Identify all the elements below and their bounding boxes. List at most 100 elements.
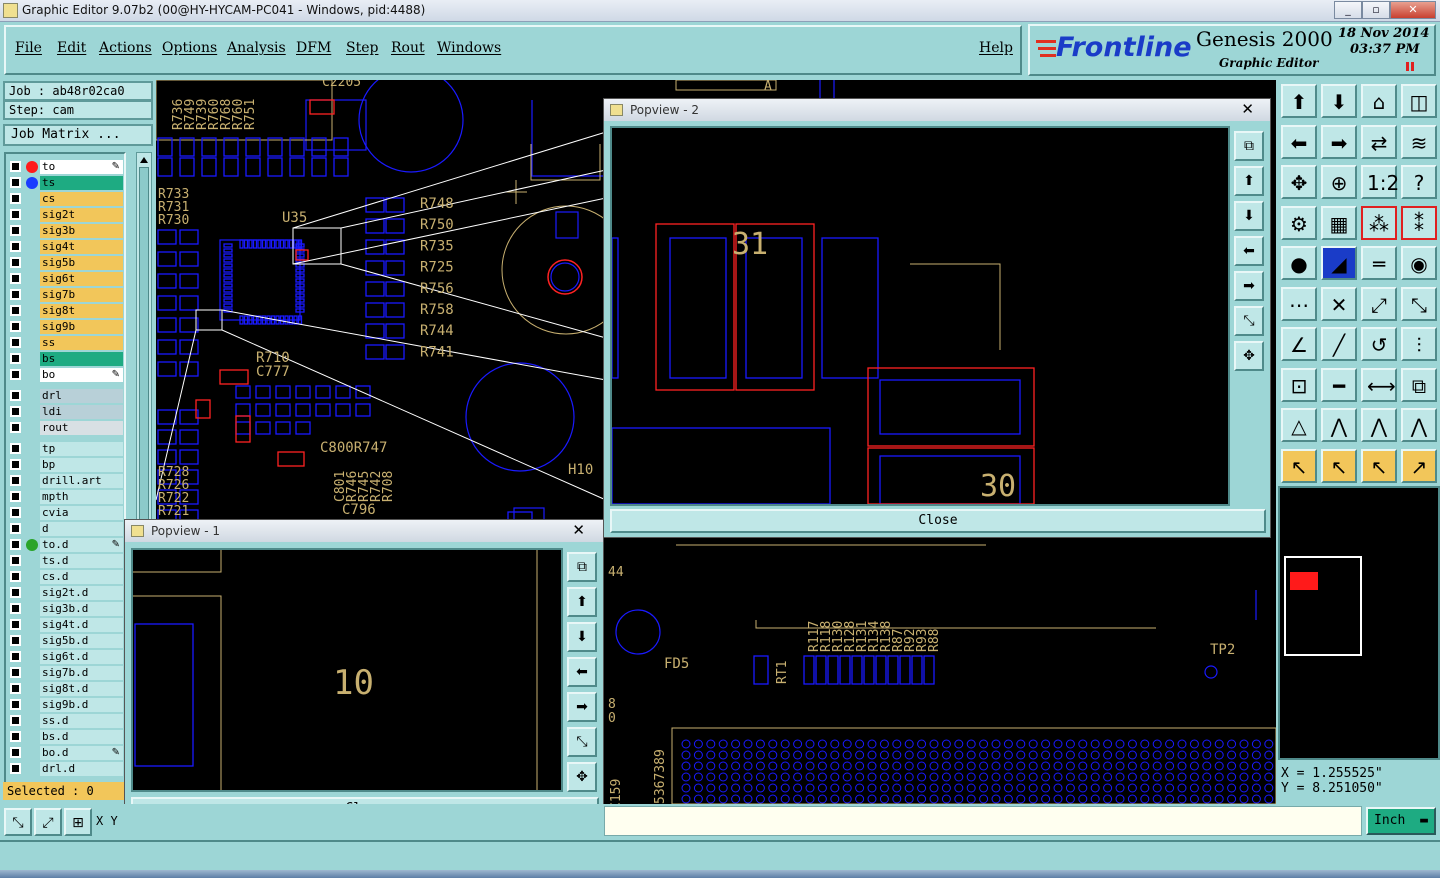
- layer-row-sig2t-d[interactable]: sig2t.d: [8, 586, 123, 600]
- circle-icon[interactable]: ◉: [1401, 246, 1437, 280]
- layer-row-sig5b-d[interactable]: sig5b.d: [8, 634, 123, 648]
- layer-row-drill-art[interactable]: drill.art: [8, 474, 123, 488]
- popview-tool-6-icon[interactable]: ✥: [1234, 341, 1264, 371]
- layer-name[interactable]: sig8t.d: [40, 682, 123, 696]
- layer-row-drl[interactable]: drl: [8, 389, 123, 403]
- scale-icon[interactable]: 1:2: [1361, 165, 1399, 199]
- layer-checkbox[interactable]: [10, 443, 21, 454]
- layer-checkbox[interactable]: [10, 390, 21, 401]
- layer-name[interactable]: sig8t: [40, 304, 123, 318]
- layer-row-ldi[interactable]: ldi: [8, 405, 123, 419]
- maximize-button[interactable]: ▫: [1362, 1, 1390, 19]
- layer-checkbox[interactable]: [10, 321, 21, 332]
- menu-file[interactable]: File: [15, 40, 42, 56]
- tri-d-icon[interactable]: ⋀: [1401, 408, 1437, 442]
- menu-step[interactable]: Step: [346, 40, 378, 56]
- help-icon[interactable]: ?: [1401, 165, 1437, 199]
- select-path-icon[interactable]: ↗: [1401, 448, 1437, 483]
- layer-name[interactable]: cs.d: [40, 570, 123, 584]
- layer-name[interactable]: sig5b.d: [40, 634, 123, 648]
- layer-row-cs-d[interactable]: cs.d: [8, 570, 123, 584]
- layer-row-bp[interactable]: bp: [8, 458, 123, 472]
- layers-b-icon[interactable]: ⁑: [1401, 205, 1437, 240]
- popview-tool-6-icon[interactable]: ✥: [567, 762, 597, 792]
- layer-name[interactable]: sig5b: [40, 256, 123, 270]
- swap-icon[interactable]: ⇄: [1361, 124, 1397, 159]
- layer-row-sig2t[interactable]: sig2t: [8, 208, 123, 222]
- layer-checkbox[interactable]: [10, 459, 21, 470]
- settings-icon[interactable]: ⚙: [1281, 205, 1317, 240]
- center-icon[interactable]: ⊕: [1321, 165, 1357, 199]
- tri-c-icon[interactable]: ⋀: [1361, 408, 1397, 442]
- layer-checkbox[interactable]: [10, 257, 21, 268]
- layer-row-rout[interactable]: rout: [8, 421, 123, 435]
- layer-row-sig5b[interactable]: sig5b: [8, 256, 123, 270]
- layer-row-ts-d[interactable]: ts.d: [8, 554, 123, 568]
- layer-name[interactable]: tp: [40, 442, 123, 456]
- layer-checkbox[interactable]: [10, 273, 21, 284]
- layer-checkbox[interactable]: [10, 422, 21, 433]
- layer-checkbox[interactable]: [10, 193, 21, 204]
- layer-name[interactable]: bs.d: [40, 730, 123, 744]
- layer-checkbox[interactable]: [10, 305, 21, 316]
- scroll-up-icon[interactable]: [140, 157, 148, 163]
- layer-checkbox[interactable]: [10, 161, 21, 172]
- layer-checkbox[interactable]: [10, 177, 21, 188]
- pan-up-icon[interactable]: ⬆: [1281, 84, 1317, 118]
- popview-tool-0-icon[interactable]: ⧉: [1234, 131, 1264, 161]
- layer-row-mpth[interactable]: mpth: [8, 490, 123, 504]
- close-window-button[interactable]: ✕: [1390, 1, 1436, 19]
- popview-tool-4-icon[interactable]: ➡: [567, 692, 597, 722]
- copy-icon[interactable]: ⧉: [1401, 367, 1437, 402]
- zoom-area-icon[interactable]: ⤢: [34, 808, 62, 836]
- layer-row-bo[interactable]: bo ✎: [8, 368, 123, 382]
- popview-tool-2-icon[interactable]: ⬇: [567, 622, 597, 652]
- layer-row-bs[interactable]: bs: [8, 352, 123, 366]
- menu-actions[interactable]: Actions: [99, 40, 152, 56]
- popview-1-window[interactable]: Popview - 1 ✕ 10 ⧉⬆⬇⬅➡⤡✥ Close: [124, 519, 604, 827]
- popview-tool-3-icon[interactable]: ⬅: [567, 657, 597, 687]
- popview-2-close-button[interactable]: Close: [610, 509, 1266, 533]
- nodes-icon[interactable]: ⋯: [1281, 286, 1317, 321]
- layer-checkbox[interactable]: [10, 475, 21, 486]
- layer-name[interactable]: ss: [40, 336, 123, 350]
- layer-row-sig4t[interactable]: sig4t: [8, 240, 123, 254]
- layer-checkbox[interactable]: [10, 635, 21, 646]
- popview-2-close-icon[interactable]: ✕: [1241, 100, 1254, 118]
- layer-name[interactable]: sig9b.d: [40, 698, 123, 712]
- menu-analysis[interactable]: Analysis: [227, 40, 286, 56]
- layer-row-sig4t-d[interactable]: sig4t.d: [8, 618, 123, 632]
- layer-checkbox[interactable]: [10, 289, 21, 300]
- layer-checkbox[interactable]: [10, 406, 21, 417]
- popview-tool-1-icon[interactable]: ⬆: [567, 587, 597, 617]
- layer-name[interactable]: sig6t: [40, 272, 123, 286]
- layer-name[interactable]: bs: [40, 352, 123, 366]
- layer-name[interactable]: drl: [40, 389, 123, 403]
- layer-name[interactable]: sig4t.d: [40, 618, 123, 632]
- popview-2-canvas[interactable]: 31 30: [610, 126, 1230, 506]
- layer-row-d[interactable]: d: [8, 522, 123, 536]
- lines-icon[interactable]: ≋: [1401, 124, 1437, 159]
- layer-name[interactable]: sig3b.d: [40, 602, 123, 616]
- layer-row-drl-d[interactable]: drl.d: [8, 762, 123, 776]
- popview-tool-3-icon[interactable]: ⬅: [1234, 236, 1264, 266]
- popview-tool-5-icon[interactable]: ⤡: [567, 727, 597, 757]
- popview-tool-5-icon[interactable]: ⤡: [1234, 306, 1264, 336]
- layer-name[interactable]: cs: [40, 192, 123, 206]
- layer-name[interactable]: drill.art: [40, 474, 123, 488]
- layer-checkbox[interactable]: [10, 209, 21, 220]
- menu-rout[interactable]: Rout: [391, 40, 425, 56]
- pan-right-icon[interactable]: ➡: [1321, 124, 1357, 159]
- layer-name[interactable]: sig2t.d: [40, 586, 123, 600]
- layer-name[interactable]: ss.d: [40, 714, 123, 728]
- layer-row-to[interactable]: to ✎: [8, 160, 123, 174]
- select-box-icon[interactable]: ↖: [1321, 448, 1357, 483]
- layer-name[interactable]: to.d: [40, 538, 123, 552]
- popview-tool-1-icon[interactable]: ⬆: [1234, 166, 1264, 196]
- overview-panel[interactable]: [1278, 486, 1440, 760]
- arc-a-icon[interactable]: ⤢: [1361, 286, 1397, 321]
- layer-checkbox[interactable]: [10, 747, 21, 758]
- minimize-button[interactable]: _: [1334, 1, 1362, 19]
- layer-checkbox[interactable]: [10, 667, 21, 678]
- layer-checkbox[interactable]: [10, 523, 21, 534]
